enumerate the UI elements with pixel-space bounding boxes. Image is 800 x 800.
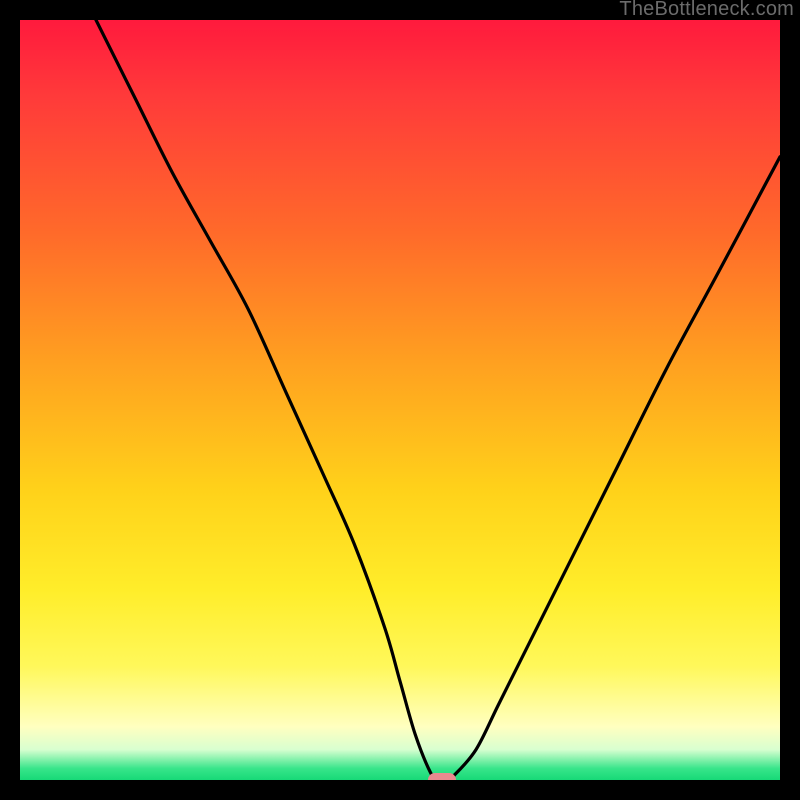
chart-frame: TheBottleneck.com <box>0 0 800 800</box>
bottleneck-curve <box>20 20 780 780</box>
optimum-marker <box>428 773 456 780</box>
watermark-text: TheBottleneck.com <box>619 0 794 21</box>
plot-area <box>20 20 780 780</box>
